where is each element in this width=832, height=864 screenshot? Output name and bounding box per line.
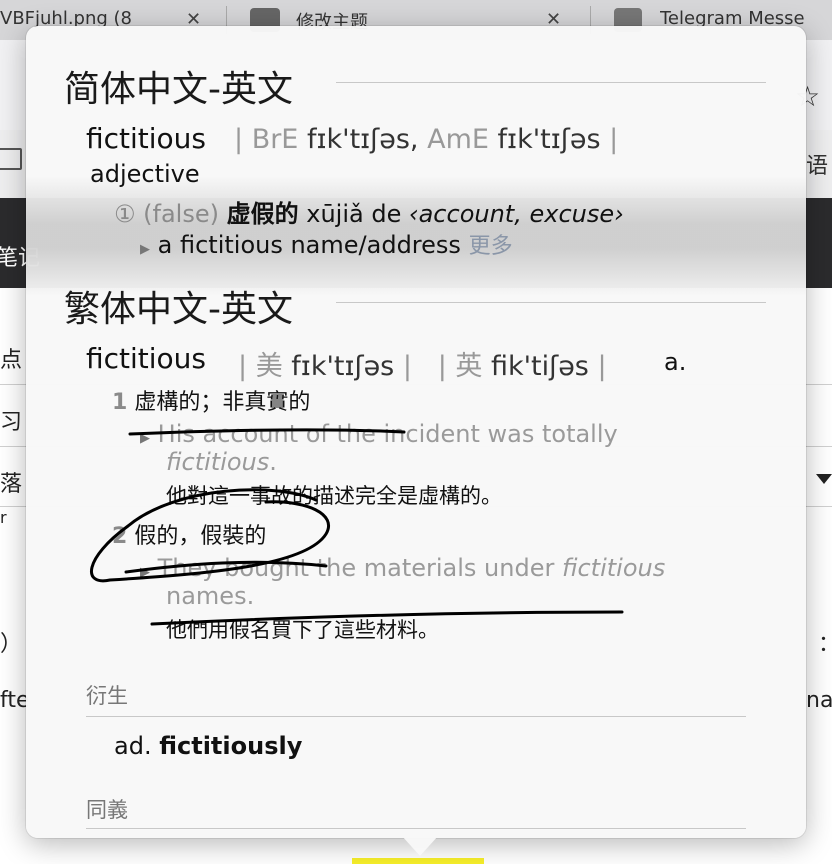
bg-text-fragment: nal xyxy=(806,688,832,713)
ink-annotations xyxy=(90,428,624,626)
bg-text-fragment: 习 xyxy=(0,410,23,435)
bg-text-fragment: ） xyxy=(0,632,23,657)
circle-stroke xyxy=(90,488,330,583)
dropdown-arrow-icon[interactable] xyxy=(816,474,832,484)
highlighted-word-marker xyxy=(352,858,484,864)
bg-text-fragment: 落 xyxy=(0,472,23,497)
bg-text-fragment: ： xyxy=(818,626,832,658)
strike-stroke xyxy=(128,428,406,436)
dictionary-popover: 简体中文-英文 fictitious | BrE fɪk'tɪʃəs, AmE … xyxy=(26,26,806,838)
strike-stroke xyxy=(150,610,624,626)
bg-text-fragment: r xyxy=(0,508,7,527)
bg-text-fragment: 点 xyxy=(0,348,23,373)
language-button[interactable]: 语 xyxy=(806,148,828,180)
folder-icon[interactable] xyxy=(0,148,22,170)
popover-pointer xyxy=(402,836,438,856)
